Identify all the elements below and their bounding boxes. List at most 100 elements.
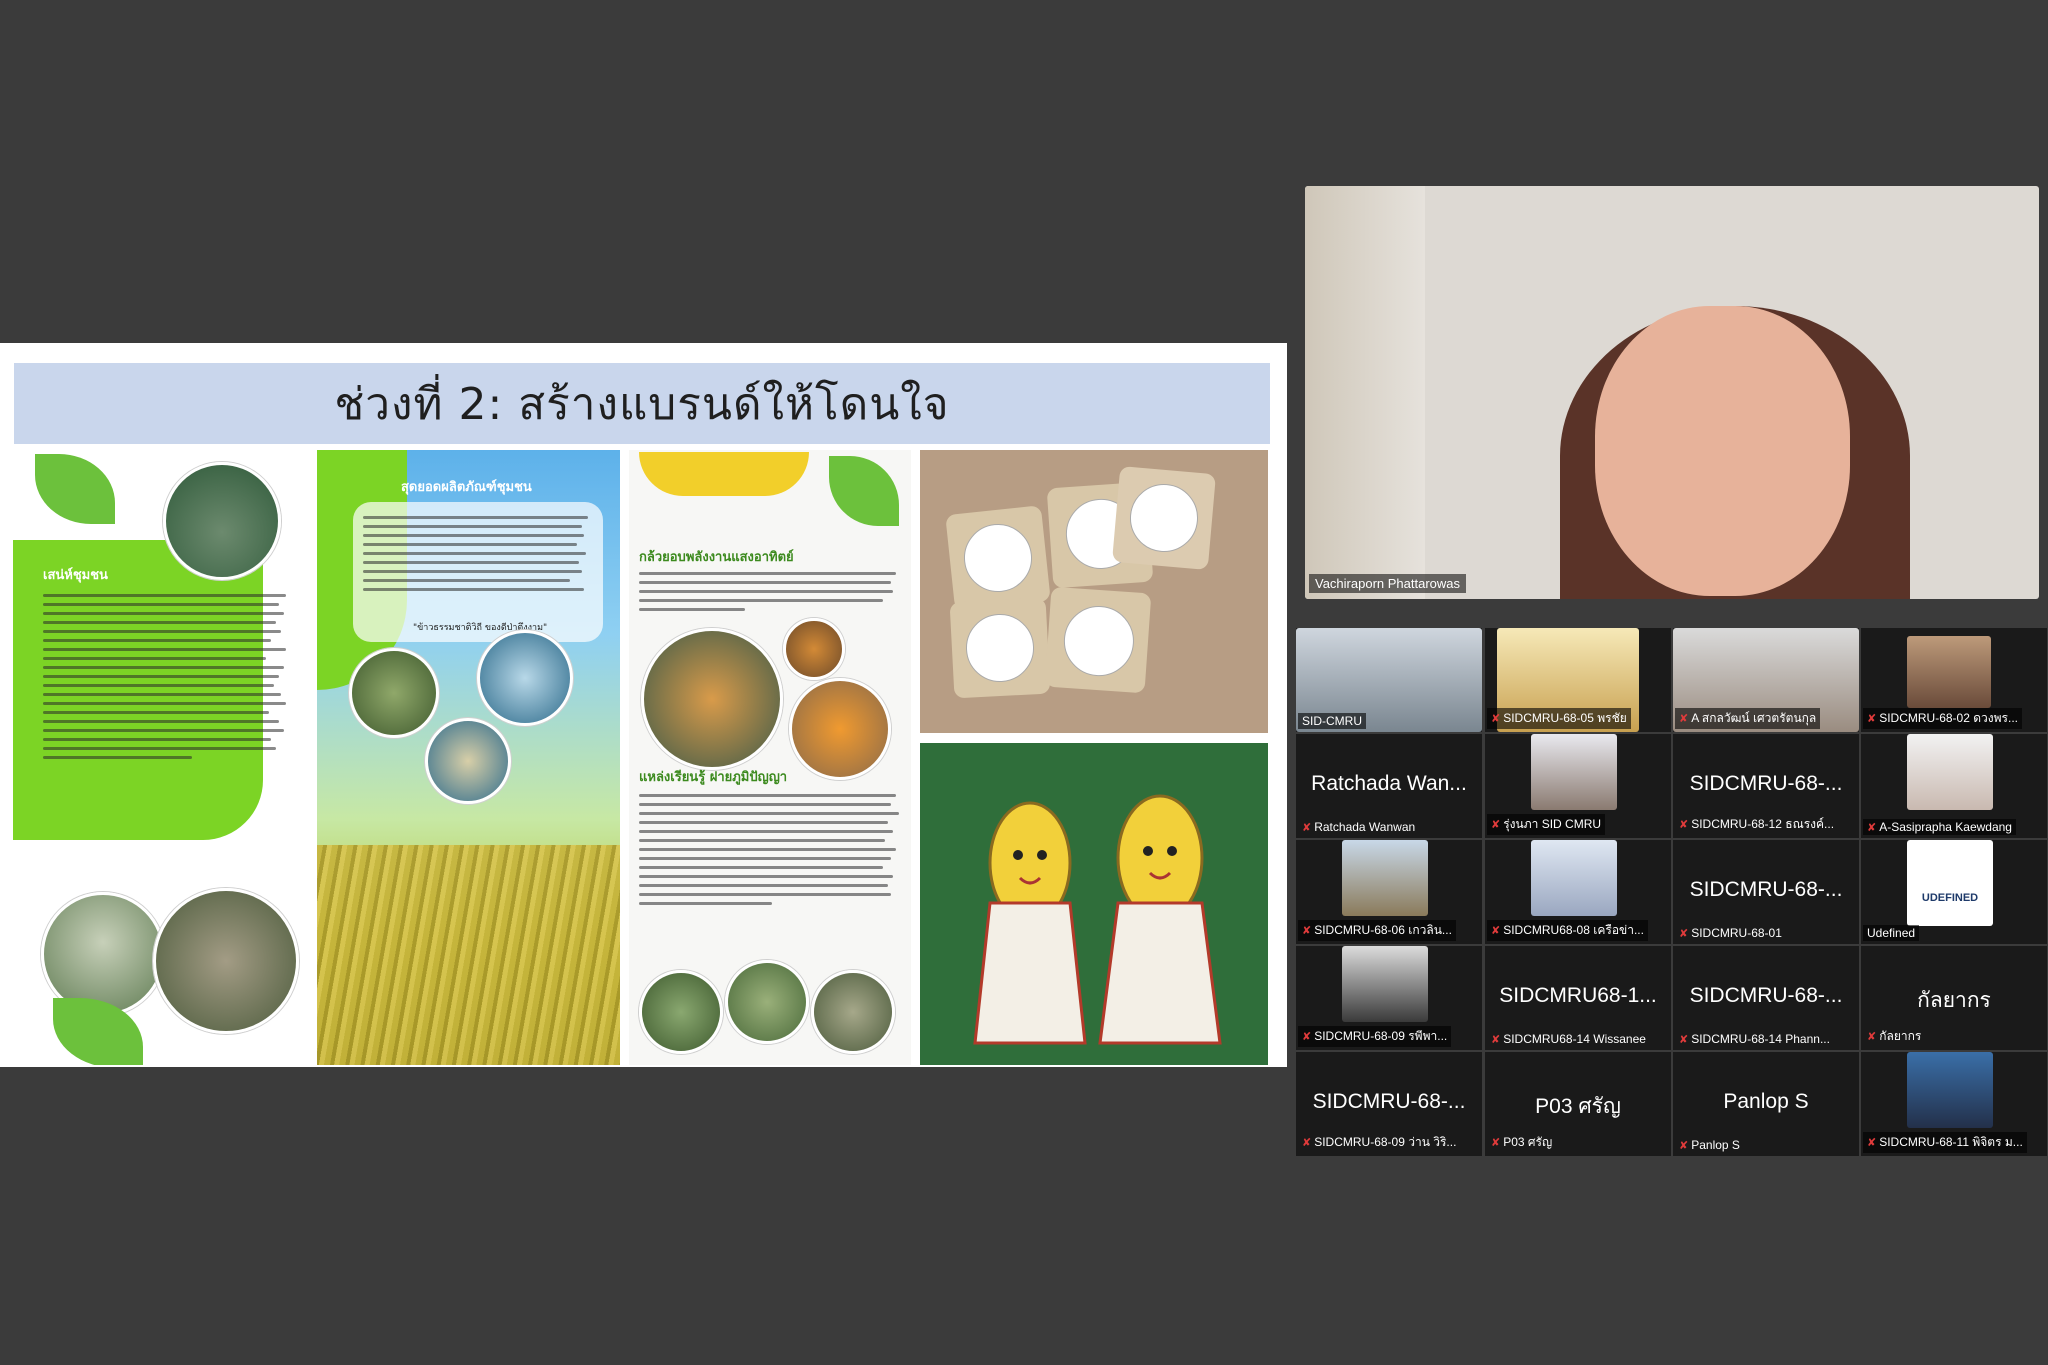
participant-tile[interactable]: SIDCMRU-68-... ✘ SIDCMRU-68-12 ธณรงค์...	[1673, 734, 1859, 838]
participant-tile[interactable]: ✘ SIDCMRU68-08 เครือข่า...	[1485, 840, 1671, 944]
participant-tile[interactable]: ✘ SIDCMRU-68-06 เกวลิน...	[1296, 840, 1482, 944]
participant-name-text: SIDCMRU-68-12 ธณรงค์...	[1691, 817, 1835, 831]
participant-display-name: Panlop S	[1723, 1090, 1809, 1113]
solar-dryer-photo	[641, 628, 783, 770]
participant-tile[interactable]: Panlop S ✘ Panlop S	[1673, 1052, 1859, 1156]
sticker-card	[1111, 465, 1217, 571]
speaker-face	[1595, 306, 1850, 596]
banana-heading: กล้วยอบพลังงานแสงอาทิตย์	[639, 550, 794, 565]
participant-tile[interactable]: SIDCMRU-68-... ✘ SIDCMRU-68-01	[1673, 840, 1859, 944]
rice-field-photo	[349, 648, 439, 738]
mic-muted-icon: ✘	[1867, 1137, 1877, 1149]
participant-name-label: ✘ P03 ศรัญ	[1487, 1132, 1556, 1153]
mic-muted-icon: ✘	[1491, 1137, 1501, 1149]
participant-tile[interactable]: SIDCMRU68-1... ✘ SIDCMRU68-14 Wissanee	[1485, 946, 1671, 1050]
participant-tile[interactable]: ✘ SIDCMRU-68-05 พรชัย	[1485, 628, 1671, 732]
participant-name-label: ✘ SIDCMRU-68-09 รพีพา...	[1298, 1026, 1452, 1047]
participant-display-name: Ratchada Wan...	[1311, 772, 1467, 795]
slide-title-bar: ช่วงที่ 2: สร้างแบรนด์ให้โดนใจ	[14, 363, 1270, 444]
participant-video	[1907, 734, 1993, 810]
participant-name-text: Udefined	[1867, 926, 1916, 940]
participant-name-label: ✘ SIDCMRU-68-14 Phann...	[1675, 1031, 1834, 1047]
participant-name-label: ✘ Ratchada Wanwan	[1298, 819, 1419, 835]
participant-name-label: ✘ A สกลวัฒน์ เศวตรัตนกุล	[1675, 708, 1821, 729]
participant-display-name: SIDCMRU-68-...	[1312, 1090, 1466, 1113]
stream-photo	[163, 462, 281, 580]
weir-photo-1	[639, 970, 723, 1054]
participant-name-label: ✘ SIDCMRU-68-05 พรชัย	[1487, 708, 1631, 729]
participant-name-label: ✘ กัลยากร	[1863, 1026, 1925, 1047]
shared-screen-slide: ช่วงที่ 2: สร้างแบรนด์ให้โดนใจ เสน่ห์ชุม…	[0, 343, 1287, 1067]
participant-name-text: A-Sasiprapha Kaewdang	[1879, 820, 2012, 834]
mic-muted-icon: ✘	[1491, 713, 1501, 725]
participant-video	[1907, 636, 1991, 708]
participant-name-text: SIDCMRU-68-14 Phann...	[1691, 1032, 1830, 1046]
participant-name-label: ✘ SIDCMRU-68-06 เกวลิน...	[1298, 920, 1456, 941]
mic-muted-icon: ✘	[1302, 1031, 1312, 1043]
mic-muted-icon: ✘	[1679, 1139, 1689, 1152]
mic-muted-icon: ✘	[1302, 925, 1312, 937]
participant-tile[interactable]: ✘ SIDCMRU-68-11 พิจิตร ม...	[1861, 1052, 2047, 1156]
participant-display-name: กัลยากร	[1917, 989, 1991, 1012]
participant-name-label: Udefined	[1863, 925, 1920, 941]
participant-name-text: SIDCMRU-68-06 เกวลิน...	[1314, 923, 1452, 937]
participant-name-text: Panlop S	[1691, 1138, 1740, 1152]
participant-name-text: รุ่งนภา SID CMRU	[1503, 817, 1602, 831]
participant-tile[interactable]: SIDCMRU-68-... ✘ SIDCMRU-68-09 ว่าน วิริ..…	[1296, 1052, 1482, 1156]
participant-gallery: SID-CMRU ✘ SIDCMRU-68-05 พรชัย ✘ A สกลวัฒน์ …	[1296, 628, 2048, 1158]
participant-name-label: ✘ SIDCMRU68-08 เครือข่า...	[1487, 920, 1648, 941]
sticker-card	[945, 505, 1051, 611]
participant-name-label: ✘ SIDCMRU-68-12 ธณรงค์...	[1675, 814, 1838, 835]
brochure-panel-banana-weir: กล้วยอบพลังงานแสงอาทิตย์ แหล่งเรียนรู้ ฝ…	[629, 450, 911, 1065]
dried-banana-photo	[783, 618, 845, 680]
brochure-panel-community: เสน่ห์ชุมชน	[13, 450, 305, 1065]
participant-tile[interactable]: ✘ รุ่งนภา SID CMRU	[1485, 734, 1671, 838]
leaf-decoration	[35, 454, 115, 524]
mic-muted-icon: ✘	[1491, 1033, 1501, 1046]
participant-video	[1342, 946, 1428, 1022]
participant-name-label: SID-CMRU	[1298, 713, 1366, 729]
participant-video: UDEFINED	[1907, 840, 1993, 926]
slide-title: ช่วงที่ 2: สร้างแบรนด์ให้โดนใจ	[334, 378, 950, 430]
participant-video	[1531, 734, 1617, 810]
participant-name-label: ✘ SIDCMRU-68-11 พิจิตร ม...	[1863, 1132, 2027, 1153]
participant-name-text: P03 ศรัญ	[1503, 1135, 1553, 1149]
participant-tile[interactable]: ✘ A-Sasiprapha Kaewdang	[1861, 734, 2047, 838]
banana-mascots-illustration	[920, 743, 1268, 1065]
group-photo	[153, 888, 299, 1034]
sticker-photo	[920, 450, 1268, 733]
mic-muted-icon: ✘	[1491, 819, 1501, 831]
participant-tile[interactable]: ✘ SIDCMRU-68-02 ดวงพร...	[1861, 628, 2047, 732]
participant-tile[interactable]: SID-CMRU	[1296, 628, 1482, 732]
participant-name-text: กัลยากร	[1879, 1029, 1922, 1043]
mic-muted-icon: ✘	[1679, 1033, 1689, 1046]
participant-name-text: SIDCMRU-68-11 พิจิตร ม...	[1879, 1135, 2023, 1149]
weir-photo-3	[811, 970, 895, 1054]
active-speaker-video[interactable]: Vachiraporn Phattarowas	[1305, 186, 2039, 599]
participant-tile[interactable]: SIDCMRU-68-... ✘ SIDCMRU-68-14 Phann...	[1673, 946, 1859, 1050]
sticker-card	[949, 597, 1051, 699]
participant-name-text: SID-CMRU	[1302, 714, 1362, 728]
participant-name-label: ✘ SIDCMRU-68-02 ดวงพร...	[1863, 708, 2022, 729]
participant-name-text: SIDCMRU-68-02 ดวงพร...	[1879, 711, 2018, 725]
participant-tile[interactable]: ✘ A สกลวัฒน์ เศวตรัตนกุล	[1673, 628, 1859, 732]
panel-heading: เสน่ห์ชุมชน	[43, 568, 108, 583]
banana-image	[629, 450, 829, 498]
participant-tile[interactable]: กัลยากร ✘ กัลยากร	[1861, 946, 2047, 1050]
participant-tile[interactable]: UDEFINED Udefined	[1861, 840, 2047, 944]
speaker-name-label: Vachiraporn Phattarowas	[1309, 574, 1467, 593]
participant-name-label: ✘ SIDCMRU-68-09 ว่าน วิริ...	[1298, 1132, 1460, 1153]
participant-tile[interactable]: P03 ศรัญ ✘ P03 ศรัญ	[1485, 1052, 1671, 1156]
participant-name-text: SIDCMRU-68-05 พรชัย	[1503, 711, 1627, 725]
community-description-text	[43, 588, 291, 918]
mic-muted-icon: ✘	[1679, 819, 1689, 831]
mic-muted-icon: ✘	[1679, 927, 1689, 940]
mic-muted-icon: ✘	[1867, 1031, 1877, 1043]
rice-product-photo	[425, 718, 511, 804]
participant-tile[interactable]: ✘ SIDCMRU-68-09 รพีพา...	[1296, 946, 1482, 1050]
weir-description-text	[639, 788, 904, 983]
mic-muted-icon: ✘	[1867, 713, 1877, 725]
participant-display-name: SIDCMRU-68-...	[1689, 984, 1843, 1007]
participant-tile[interactable]: Ratchada Wan... ✘ Ratchada Wanwan	[1296, 734, 1482, 838]
mic-muted-icon: ✘	[1302, 821, 1312, 834]
